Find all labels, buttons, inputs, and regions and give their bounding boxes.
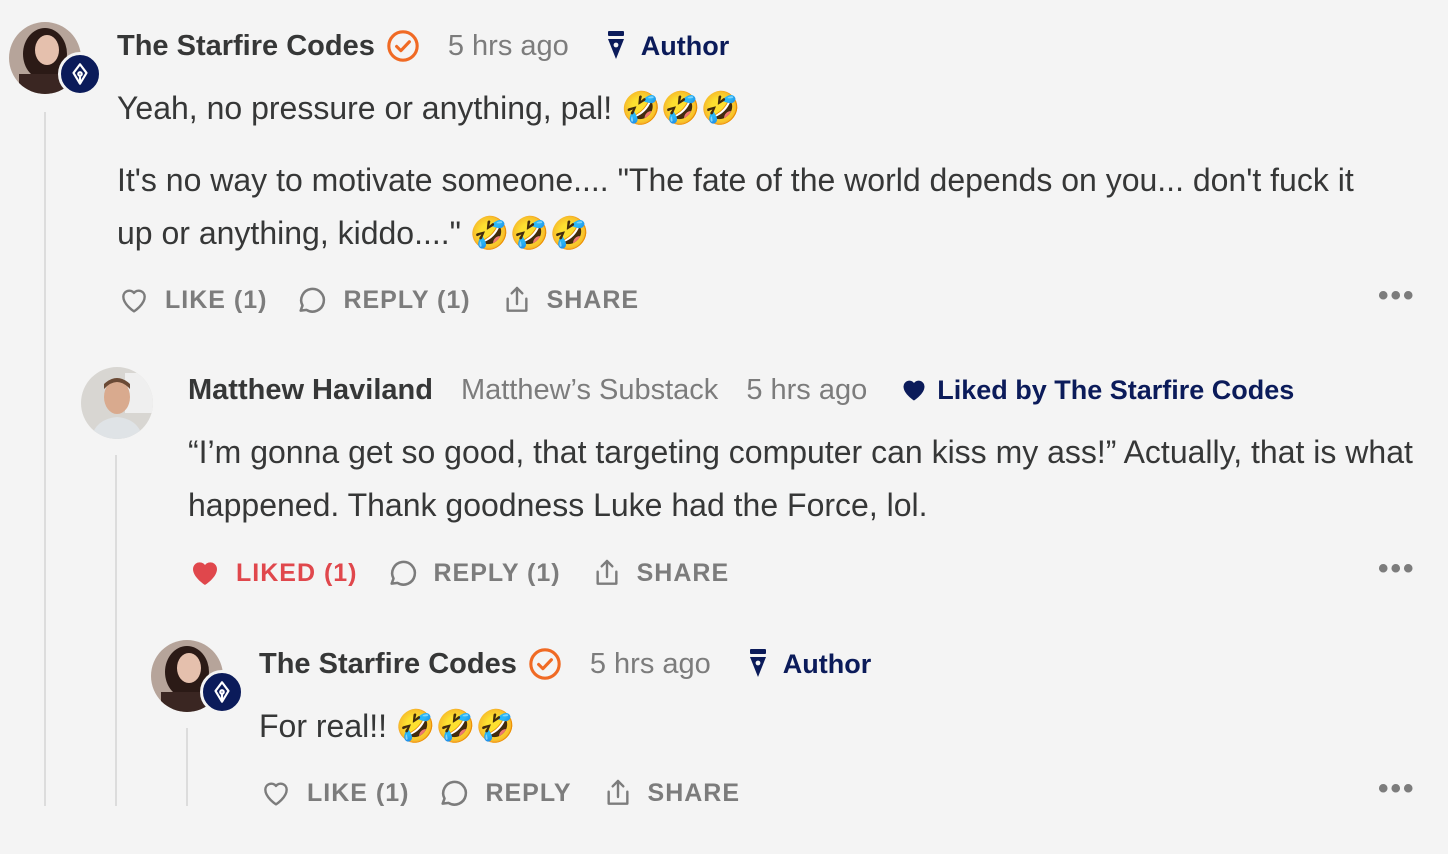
- share-label: SHARE: [647, 778, 741, 807]
- share-icon: [596, 559, 618, 585]
- more-options-button[interactable]: •••: [1378, 279, 1416, 313]
- comment-body: Yeah, no pressure or anything, pal! 🤣🤣🤣 …: [117, 82, 1377, 260]
- like-button[interactable]: LIKED (1): [188, 557, 358, 589]
- publication-name[interactable]: Matthew’s Substack: [461, 374, 718, 407]
- reply-label: REPLY (1): [433, 558, 561, 587]
- reply-button[interactable]: REPLY (1): [386, 556, 561, 590]
- thread-line-2: [115, 455, 117, 806]
- timestamp[interactable]: 5 hrs ago: [590, 648, 711, 681]
- share-button[interactable]: SHARE: [602, 776, 741, 810]
- reply-label: REPLY (1): [343, 285, 471, 314]
- author-name[interactable]: Matthew Haviland: [188, 374, 433, 407]
- liked-by-label: Liked by The Starfire Codes: [937, 374, 1295, 405]
- thread-line-3: [186, 728, 188, 806]
- heart-filled-icon: [193, 562, 217, 585]
- verified-check-icon: [387, 30, 419, 62]
- like-label: LIKE (1): [165, 285, 268, 314]
- comment-body: For real!! 🤣🤣🤣: [259, 700, 1359, 753]
- speech-bubble-icon: [389, 560, 416, 586]
- comment-header: The Starfire Codes 5 hrs ago Author: [117, 26, 729, 66]
- pen-nib-icon: [214, 681, 230, 703]
- like-button[interactable]: LIKE (1): [259, 777, 409, 809]
- reply-button[interactable]: REPLY (1): [295, 283, 470, 317]
- share-button[interactable]: SHARE: [501, 283, 640, 317]
- comment-actions: LIKE (1) REPLY (1) SHARE: [117, 281, 639, 319]
- reply-button[interactable]: REPLY: [437, 776, 571, 810]
- comment-actions: LIKED (1) REPLY (1) SHARE: [188, 554, 729, 592]
- author-tag: Author: [605, 31, 729, 62]
- like-label: LIKE (1): [307, 778, 410, 807]
- share-icon: [606, 779, 629, 805]
- thread-line-1: [44, 112, 46, 806]
- speech-bubble-icon: [441, 780, 468, 806]
- verified-check-icon: [529, 648, 561, 680]
- share-button[interactable]: SHARE: [591, 556, 730, 590]
- comment-actions: LIKE (1) REPLY SHARE: [259, 774, 740, 812]
- timestamp[interactable]: 5 hrs ago: [746, 374, 867, 407]
- author-name[interactable]: The Starfire Codes: [259, 648, 517, 681]
- more-options-button[interactable]: •••: [1378, 772, 1416, 806]
- comment-header: Matthew Haviland Matthew’s Substack 5 hr…: [188, 370, 1294, 410]
- author-badge: [58, 52, 102, 96]
- comment-paragraph: It's no way to motivate someone.... "The…: [117, 162, 1354, 251]
- comment-header: The Starfire Codes 5 hrs ago Author: [259, 644, 871, 684]
- pen-nib-icon: [72, 63, 88, 85]
- speech-bubble-icon: [299, 287, 326, 313]
- author-tag-label: Author: [640, 30, 730, 61]
- pen-nib-icon: [749, 649, 766, 677]
- timestamp[interactable]: 5 hrs ago: [448, 30, 569, 63]
- avatar[interactable]: [81, 367, 153, 439]
- comment-body: “I’m gonna get so good, that targeting c…: [188, 426, 1418, 532]
- share-label: SHARE: [546, 285, 640, 314]
- author-name[interactable]: The Starfire Codes: [117, 30, 375, 63]
- pen-nib-icon: [607, 31, 624, 59]
- comment-paragraph: “I’m gonna get so good, that targeting c…: [188, 434, 1413, 523]
- more-options-button[interactable]: •••: [1378, 552, 1416, 586]
- share-icon: [506, 286, 528, 312]
- reply-label: REPLY: [485, 778, 572, 807]
- liked-by-tag: Liked by The Starfire Codes: [899, 375, 1294, 406]
- comment-paragraph: Yeah, no pressure or anything, pal! 🤣🤣🤣: [117, 90, 741, 126]
- author-tag: Author: [747, 649, 871, 680]
- comment-paragraph: For real!! 🤣🤣🤣: [259, 708, 516, 744]
- author-badge: [200, 670, 244, 714]
- heart-filled-icon: [903, 380, 925, 401]
- author-tag-label: Author: [782, 648, 872, 679]
- heart-outline-icon: [264, 782, 288, 806]
- heart-outline-icon: [122, 289, 146, 313]
- like-button[interactable]: LIKE (1): [117, 284, 267, 316]
- like-label: LIKED (1): [236, 558, 358, 587]
- share-label: SHARE: [636, 558, 730, 587]
